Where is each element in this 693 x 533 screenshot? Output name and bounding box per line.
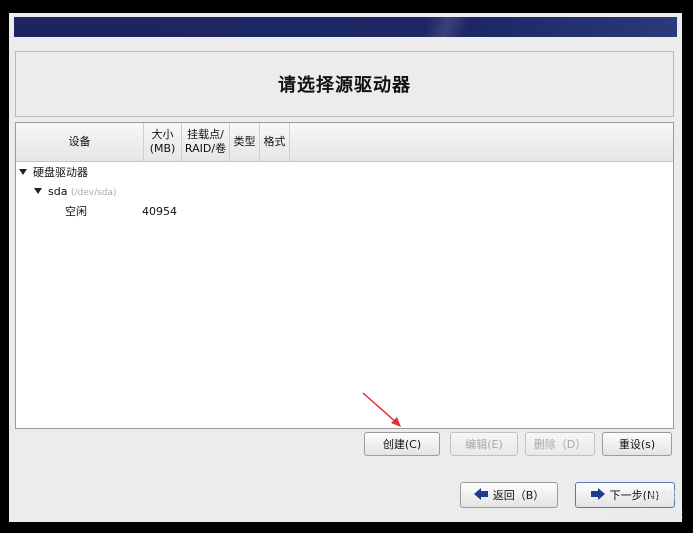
delete-button[interactable]: 删除（D） <box>525 432 595 456</box>
disk-path: (/dev/sda) <box>70 188 117 198</box>
expander-down-icon[interactable] <box>19 169 27 175</box>
column-header-mount[interactable]: 挂载点/ RAID/卷 <box>182 123 230 161</box>
column-header-type[interactable]: 类型 <box>230 123 260 161</box>
tree-row-hard-drives[interactable]: 硬盘驱动器 <box>19 164 88 182</box>
annotation-arrow <box>362 392 401 427</box>
header-banner <box>14 17 677 37</box>
partition-tree[interactable]: 设备 大小 (MB) 挂载点/ RAID/卷 类型 格式 硬盘驱动器 sda (… <box>15 122 674 429</box>
tree-row-sda[interactable]: sda (/dev/sda) <box>34 183 117 201</box>
tree-header: 设备 大小 (MB) 挂载点/ RAID/卷 类型 格式 <box>16 123 673 162</box>
disk-name: sda <box>48 185 68 198</box>
page-title: 请选择源驱动器 <box>278 75 411 96</box>
column-header-format[interactable]: 格式 <box>260 123 290 161</box>
expander-down-icon[interactable] <box>34 188 42 194</box>
free-space-size: 40954 <box>142 205 177 218</box>
column-header-size[interactable]: 大小 (MB) <box>144 123 182 161</box>
back-arrow-icon <box>473 487 488 503</box>
watermark: 运维网 ©51CTO博客 <box>570 487 685 527</box>
create-button[interactable]: 创建(C) <box>364 432 440 456</box>
reset-button[interactable]: 重设(s) <box>602 432 672 456</box>
group-label: 硬盘驱动器 <box>33 166 88 179</box>
watermark-line2: ©51CTO博客 <box>612 509 683 522</box>
title-panel: 请选择源驱动器 <box>15 51 674 117</box>
watermark-line1: 运维网 <box>644 489 681 503</box>
column-header-device[interactable]: 设备 <box>16 123 144 161</box>
back-button[interactable]: 返回（B） <box>460 482 558 508</box>
free-space-label: 空闲 <box>65 205 87 218</box>
edit-button[interactable]: 编辑(E) <box>450 432 518 456</box>
tree-row-free-space[interactable]: 空闲 40954 <box>16 203 673 221</box>
installer-window: 请选择源驱动器 设备 大小 (MB) 挂载点/ RAID/卷 类型 格式 硬盘驱… <box>9 13 682 522</box>
